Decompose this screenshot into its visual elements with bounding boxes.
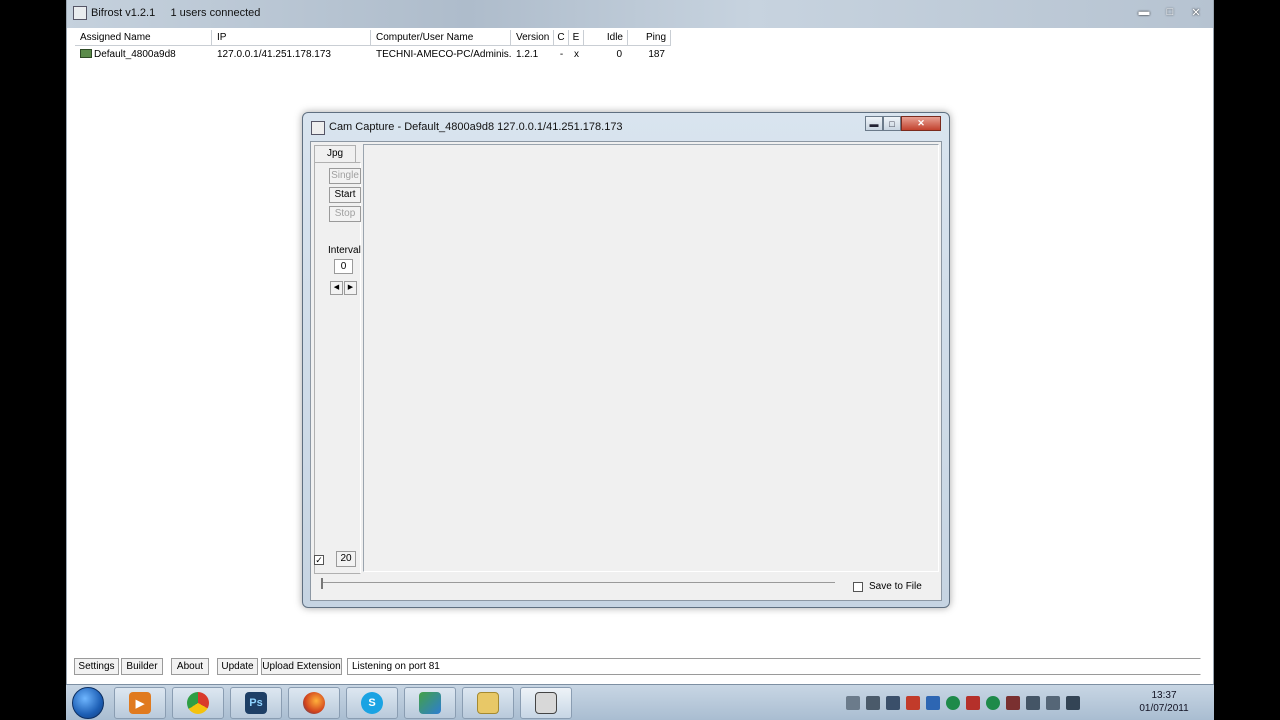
clock-date: 01/07/2011 bbox=[1139, 703, 1189, 714]
status-text: Listening on port 81 bbox=[347, 658, 1201, 675]
messenger-icon bbox=[419, 692, 441, 714]
tab-jpg[interactable]: Jpg bbox=[314, 145, 356, 163]
column-assigned-name[interactable]: Assigned Name bbox=[75, 30, 212, 46]
single-button[interactable]: Single bbox=[329, 168, 361, 184]
system-tray bbox=[846, 691, 1136, 715]
close-button[interactable]: ✕ bbox=[1183, 3, 1209, 21]
builder-button[interactable]: Builder bbox=[121, 658, 163, 675]
cam-minimize-button[interactable]: ▬ bbox=[865, 116, 883, 131]
language-icon[interactable] bbox=[866, 696, 880, 710]
monitor-icon bbox=[80, 49, 92, 58]
column-ping[interactable]: Ping bbox=[628, 30, 671, 46]
interval-input[interactable]: 0 bbox=[334, 259, 353, 274]
taskbar-skype[interactable]: S bbox=[346, 687, 398, 719]
minimize-button[interactable]: ▬ bbox=[1131, 3, 1157, 21]
antivirus-icon[interactable] bbox=[906, 696, 920, 710]
column-e[interactable]: E bbox=[569, 30, 584, 46]
folder-icon bbox=[477, 692, 499, 714]
cell-idle: 0 bbox=[616, 49, 622, 60]
status-icon[interactable] bbox=[986, 696, 1000, 710]
media-player-icon: ▶ bbox=[129, 692, 151, 714]
capture-progress-track bbox=[323, 582, 835, 584]
app-tray-icon[interactable] bbox=[1006, 696, 1020, 710]
taskbar-file-explorer[interactable] bbox=[462, 687, 514, 719]
action-center-icon[interactable] bbox=[1066, 696, 1080, 710]
interval-increase-button[interactable]: ▶ bbox=[344, 281, 357, 295]
chrome-icon bbox=[187, 692, 209, 714]
column-ip[interactable]: IP bbox=[212, 30, 371, 46]
upload-extension-button[interactable]: Upload Extension bbox=[261, 658, 342, 675]
interval-label: Interval bbox=[328, 245, 361, 256]
shield-icon[interactable] bbox=[966, 696, 980, 710]
taskbar-clock[interactable]: 13:37 01/07/2011 bbox=[1132, 689, 1196, 715]
taskbar-media-player[interactable]: ▶ bbox=[114, 687, 166, 719]
column-version[interactable]: Version bbox=[511, 30, 554, 46]
cam-capture-icon bbox=[311, 121, 325, 135]
window-controls: ▬ □ ✕ bbox=[1131, 3, 1209, 21]
volume-icon[interactable] bbox=[1026, 696, 1040, 710]
show-hidden-icons-icon[interactable] bbox=[846, 696, 860, 710]
capture-progress-thumb[interactable] bbox=[321, 578, 323, 589]
photoshop-icon: Ps bbox=[245, 692, 267, 714]
taskbar-messenger[interactable] bbox=[404, 687, 456, 719]
cam-capture-client: Jpg Single Start Stop Interval 0 ◀ ▶ ✓ 2… bbox=[310, 141, 942, 601]
quality-checkbox[interactable]: ✓ bbox=[314, 555, 324, 565]
list-header: Assigned Name IP Computer/User Name Vers… bbox=[75, 30, 671, 46]
settings-button[interactable]: Settings bbox=[74, 658, 119, 675]
interval-decrease-button[interactable]: ◀ bbox=[330, 281, 343, 295]
column-c[interactable]: C bbox=[554, 30, 569, 46]
taskbar-photoshop[interactable]: Ps bbox=[230, 687, 282, 719]
quality-input[interactable]: 20 bbox=[336, 551, 356, 567]
cell-e: x bbox=[574, 49, 579, 60]
cam-image-area bbox=[363, 144, 939, 572]
signal-icon[interactable] bbox=[1046, 696, 1060, 710]
column-computer-user[interactable]: Computer/User Name bbox=[371, 30, 511, 46]
capture-controls-panel: Single Start Stop Interval 0 ◀ ▶ bbox=[314, 162, 361, 574]
cell-ip: 127.0.0.1/41.251.178.173 bbox=[217, 49, 331, 60]
cam-maximize-button[interactable]: □ bbox=[883, 116, 901, 131]
column-idle[interactable]: Idle bbox=[584, 30, 628, 46]
bifrost-icon bbox=[535, 692, 557, 714]
stop-button[interactable]: Stop bbox=[329, 206, 361, 222]
utorrent-icon[interactable] bbox=[946, 696, 960, 710]
cam-window-controls: ▬ □ ✕ bbox=[865, 116, 941, 131]
taskbar-firefox[interactable] bbox=[288, 687, 340, 719]
skype-icon: S bbox=[361, 692, 383, 714]
table-row[interactable]: Default_4800a9d8 127.0.0.1/41.251.178.17… bbox=[75, 48, 671, 62]
cell-computer-user: TECHNI-AMECO-PC/Adminis... bbox=[376, 49, 511, 60]
firefox-icon bbox=[303, 692, 325, 714]
save-to-file-label: Save to File bbox=[869, 581, 922, 592]
start-button[interactable]: Start bbox=[329, 187, 361, 203]
taskbar: ▶ Ps S 13:37 01/07/2011 bbox=[66, 684, 1214, 720]
taskbar-chrome[interactable] bbox=[172, 687, 224, 719]
about-button[interactable]: About bbox=[171, 658, 209, 675]
main-titlebar[interactable]: Bifrost v1.2.1 1 users connected ▬ □ ✕ bbox=[67, 0, 1213, 28]
update-icon[interactable] bbox=[926, 696, 940, 710]
update-button[interactable]: Update bbox=[217, 658, 258, 675]
cell-version: 1.2.1 bbox=[516, 49, 539, 60]
network-icon[interactable] bbox=[886, 696, 900, 710]
cell-ping: 187 bbox=[648, 49, 665, 60]
assigned-name-text: Default_4800a9d8 bbox=[94, 49, 176, 60]
clock-time: 13:37 bbox=[1151, 690, 1177, 701]
save-to-file-checkbox[interactable] bbox=[853, 582, 863, 592]
cell-c: - bbox=[559, 49, 564, 60]
maximize-button[interactable]: □ bbox=[1157, 3, 1183, 21]
cam-capture-dialog: Cam Capture - Default_4800a9d8 127.0.0.1… bbox=[302, 112, 950, 608]
app-icon bbox=[73, 6, 87, 20]
bottom-toolbar: Settings Builder About Update Upload Ext… bbox=[67, 654, 1213, 678]
cell-assigned-name: Default_4800a9d8 bbox=[75, 48, 212, 62]
taskbar-bifrost[interactable] bbox=[520, 687, 572, 719]
windows-start-button[interactable] bbox=[72, 687, 104, 719]
cam-close-button[interactable]: ✕ bbox=[901, 116, 941, 131]
cam-capture-title: Cam Capture - Default_4800a9d8 127.0.0.1… bbox=[329, 121, 623, 133]
window-title: Bifrost v1.2.1 1 users connected bbox=[91, 7, 261, 19]
